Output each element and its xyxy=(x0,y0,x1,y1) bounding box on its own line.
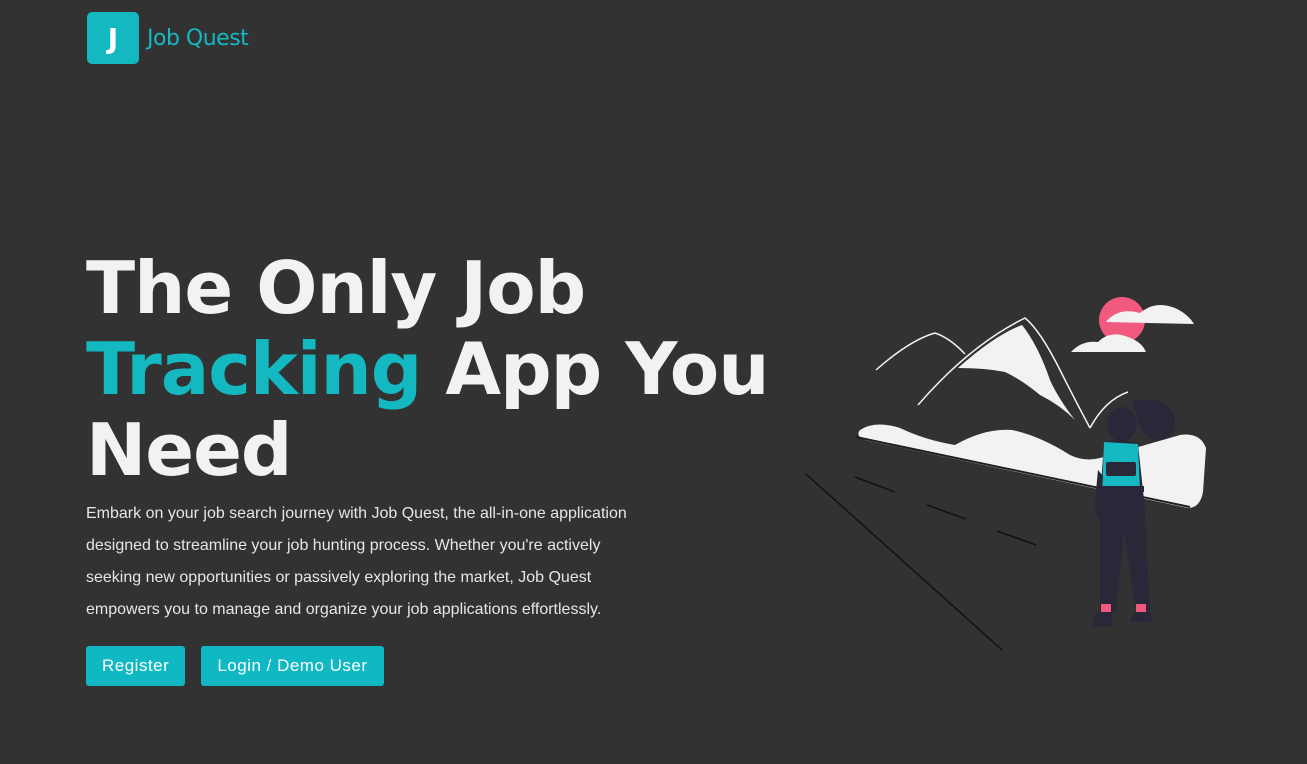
hiker-mountain-illustration xyxy=(805,297,1206,651)
hiker-sock-left xyxy=(1101,604,1111,612)
backpack-strap xyxy=(1100,486,1144,492)
hiker-figure xyxy=(1092,399,1175,626)
trail-dash xyxy=(854,476,896,493)
trail-line xyxy=(805,473,1003,651)
hero-section: The Only Job Tracking App You Need Embar… xyxy=(86,248,776,686)
title-line-1: The Only Job xyxy=(86,246,586,330)
title-line-2-rest: App You xyxy=(421,327,769,411)
backpack-pocket xyxy=(1106,462,1136,476)
cta-buttons: Register Login / Demo User xyxy=(86,646,776,686)
register-button[interactable]: Register xyxy=(86,646,186,686)
mountain-snow-cap xyxy=(958,325,1075,420)
brand-name: Job Quest xyxy=(147,25,249,51)
hiker-legs xyxy=(1100,498,1150,612)
login-demo-button[interactable]: Login / Demo User xyxy=(201,646,384,686)
hiker-head xyxy=(1107,407,1137,441)
navbar: J Job Quest xyxy=(87,12,249,64)
trail-dash xyxy=(996,530,1037,546)
title-line-3: Need xyxy=(86,408,292,492)
logo-icon: J xyxy=(87,12,139,64)
hero-title: The Only Job Tracking App You Need xyxy=(86,248,776,491)
title-accent: Tracking xyxy=(86,327,422,411)
hiker-boot-left xyxy=(1092,612,1112,626)
hiker-hair xyxy=(1132,399,1175,441)
hiker-sock-right xyxy=(1136,604,1146,612)
hero-description: Embark on your job search journey with J… xyxy=(86,505,627,618)
hiker-boot-right xyxy=(1130,612,1152,622)
trail-dash xyxy=(926,504,967,520)
mountain-outline-left xyxy=(875,332,966,371)
